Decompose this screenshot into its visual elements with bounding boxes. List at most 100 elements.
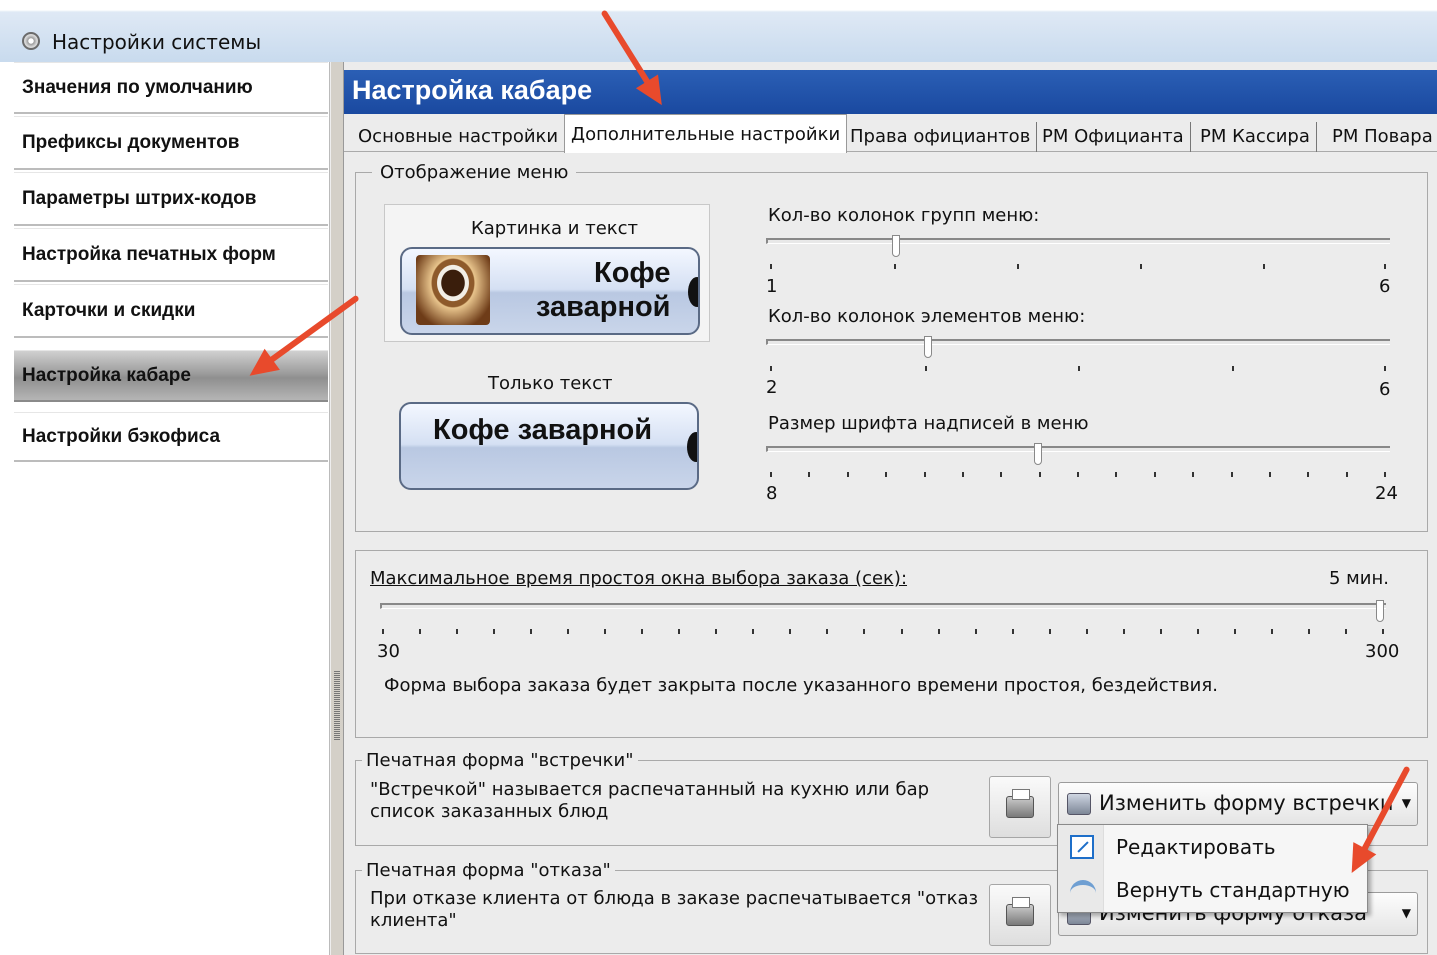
sidebar-item-defaults[interactable]: Значения по умолчанию <box>14 62 328 114</box>
panel-splitter[interactable] <box>330 62 344 955</box>
window-titlebar: Настройки системы <box>0 0 1437 62</box>
menu-button-indicator-icon <box>688 277 698 307</box>
slider-tick <box>1153 472 1156 477</box>
slider-tick <box>863 629 866 634</box>
group-columns-slider-track[interactable] <box>766 238 1390 244</box>
window-title: Настройки системы <box>52 30 262 54</box>
chevron-down-icon: ▼ <box>1401 906 1411 920</box>
slider-tick <box>1233 629 1236 634</box>
group-columns-max: 6 <box>1379 276 1391 297</box>
tab-additional[interactable]: Дополнительные настройки <box>564 114 848 153</box>
slider-tick <box>604 629 607 634</box>
idle-timeout-note: Форма выбора заказа будет закрыта после … <box>384 675 1218 696</box>
print-meeting-description: "Встречкой" называется распечатанный на … <box>370 779 930 822</box>
slider-tick <box>885 472 888 477</box>
print-meeting-dropdown[interactable]: Изменить форму встречки ▼ <box>1058 782 1418 826</box>
font-size-min: 8 <box>766 483 778 504</box>
tab-waiter-rights[interactable]: Права официантов <box>844 122 1038 152</box>
slider-tick <box>1307 472 1310 477</box>
slider-tick <box>900 629 903 634</box>
tab-basic[interactable]: Основные настройки <box>352 122 566 152</box>
slider-tick <box>974 629 977 634</box>
slider-tick <box>789 629 792 634</box>
menu-item-restore-default-label: Вернуть стандартную <box>1116 878 1350 902</box>
idle-timeout-min: 30 <box>377 641 400 662</box>
idle-timeout-slider-thumb[interactable] <box>1376 600 1384 622</box>
slider-tick <box>1085 629 1088 634</box>
slider-tick <box>456 629 459 634</box>
sidebar-item-barcodes[interactable]: Параметры штрих-кодов <box>14 172 328 226</box>
menu-item-button-text[interactable]: Кофе заварной <box>399 402 699 490</box>
slider-tick <box>1382 629 1384 634</box>
settings-gear-icon <box>22 32 40 50</box>
slider-tick <box>567 629 570 634</box>
tab-cook-workstation[interactable]: РМ Повара <box>1326 122 1437 152</box>
slider-tick <box>1122 629 1125 634</box>
menu-item-edit[interactable]: Редактировать <box>1058 827 1367 867</box>
slider-tick <box>530 629 533 634</box>
slider-tick <box>937 629 940 634</box>
sidebar-item-backoffice[interactable]: Настройки бэкофиса <box>14 412 328 462</box>
page-header: Настройка кабаре <box>344 70 1437 114</box>
item-columns-slider-track[interactable] <box>766 339 1390 345</box>
slider-tick <box>493 629 496 634</box>
menu-button-line1: Кофе <box>594 257 671 289</box>
tab-strip: Основные настройки Дополнительные настро… <box>344 114 1437 153</box>
slider-tick <box>808 472 811 477</box>
preview-image-text-label: Картинка и текст <box>471 218 639 239</box>
slider-tick <box>1268 472 1271 477</box>
preview-image-text[interactable]: Картинка и текст Кофе заварной <box>384 204 710 342</box>
sidebar-item-cabaret[interactable]: Настройка кабаре <box>14 350 328 402</box>
slider-tick <box>1270 629 1273 634</box>
menu-button-indicator-icon <box>687 432 697 462</box>
main-panel: Настройка кабаре Основные настройки Допо… <box>344 62 1437 955</box>
group-columns-label: Кол-во колонок групп меню: <box>768 205 1040 226</box>
slider-tick <box>678 629 681 634</box>
slider-tick <box>961 472 964 477</box>
print-meeting-print-button[interactable] <box>989 776 1051 838</box>
slider-tick <box>752 629 755 634</box>
slider-tick <box>419 629 422 634</box>
form-edit-icon <box>1067 793 1091 815</box>
font-size-slider-thumb[interactable] <box>1034 443 1042 465</box>
font-size-max: 24 <box>1375 483 1398 504</box>
idle-timeout-slider-track[interactable] <box>380 603 1386 609</box>
item-columns-slider-thumb[interactable] <box>924 336 932 358</box>
idle-timeout-label: Максимальное время простоя окна выбора з… <box>370 568 908 589</box>
font-size-slider-track[interactable] <box>766 446 1390 452</box>
edit-icon <box>1070 835 1094 859</box>
tab-waiter-workstation[interactable]: РМ Официанта <box>1036 122 1191 152</box>
slider-tick <box>715 629 718 634</box>
slider-tick <box>1000 472 1003 477</box>
item-columns-min: 2 <box>766 377 778 398</box>
coffee-cup-image <box>416 255 490 325</box>
print-refusal-description: При отказе клиента от блюда в заказе рас… <box>370 888 979 931</box>
sidebar-item-cards-discounts[interactable]: Карточки и скидки <box>14 284 328 338</box>
sidebar-item-doc-prefixes[interactable]: Префиксы документов <box>14 116 328 170</box>
slider-tick <box>923 472 926 477</box>
splitter-grip[interactable] <box>334 670 340 740</box>
menu-button-line2: заварной <box>536 291 671 323</box>
slider-tick <box>1344 629 1347 634</box>
tab-cashier-workstation[interactable]: РМ Кассира <box>1194 122 1317 152</box>
slider-tick <box>1307 629 1310 634</box>
undo-icon <box>1070 880 1096 896</box>
print-meeting-group-label: Печатная форма "встречки" <box>362 750 638 771</box>
slider-tick <box>826 629 829 634</box>
item-columns-max: 6 <box>1379 379 1391 400</box>
menu-item-button-image: Кофе заварной <box>400 247 700 335</box>
slider-tick <box>1011 629 1014 634</box>
font-size-label: Размер шрифта надписей в меню <box>768 413 1089 434</box>
idle-timeout-max: 300 <box>1365 641 1400 662</box>
menu-item-edit-label: Редактировать <box>1116 835 1276 859</box>
chevron-down-icon: ▼ <box>1401 796 1411 810</box>
page-title: Настройка кабаре <box>352 75 593 105</box>
slider-tick <box>641 629 644 634</box>
sidebar-item-print-forms[interactable]: Настройка печатных форм <box>14 228 328 282</box>
print-refusal-print-button[interactable] <box>989 884 1051 946</box>
group-columns-slider-thumb[interactable] <box>892 235 900 257</box>
slider-tick <box>1196 629 1199 634</box>
menu-item-restore-default[interactable]: Вернуть стандартную <box>1058 870 1367 910</box>
print-meeting-dropdown-label: Изменить форму встречки <box>1099 791 1394 815</box>
slider-tick <box>1192 472 1195 477</box>
